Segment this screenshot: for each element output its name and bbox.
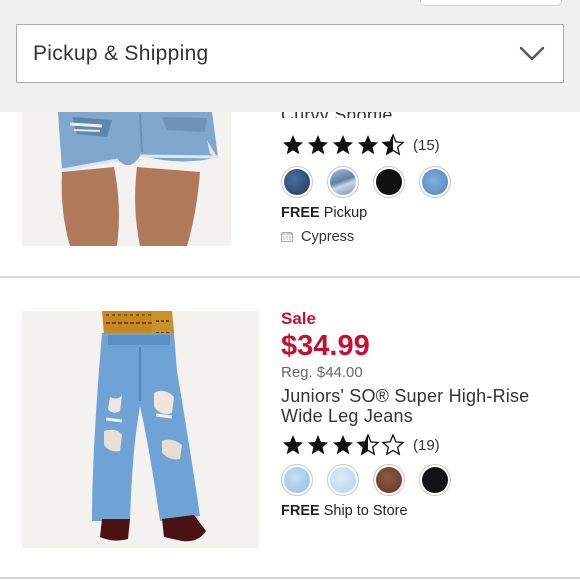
star-full-icon	[283, 435, 303, 455]
fulfillment-free-label: FREE	[281, 503, 320, 519]
star-half-icon	[356, 433, 380, 456]
store-name: Cypress	[301, 229, 355, 245]
product-card-jeans[interactable]: Sale $34.99 Reg. $44.00 Juniors' SO® Sup…	[0, 278, 580, 580]
product-title-line1: Juniors' SO® Super High-Rise	[281, 386, 530, 406]
rating-count: (15)	[413, 136, 440, 154]
product-image-shorts[interactable]	[22, 112, 231, 246]
product-image-jeans[interactable]	[22, 311, 259, 548]
star-full-icon	[358, 135, 378, 155]
store-icon	[281, 232, 293, 242]
color-swatch[interactable]	[281, 464, 313, 496]
filter-bar: Pickup & Shipping	[0, 0, 580, 112]
color-swatch[interactable]	[327, 166, 359, 198]
fulfillment-method: Ship to Store	[323, 503, 408, 519]
product-info-shorts: Curvy Shortie (15) FREE Pickup	[281, 104, 451, 245]
store-location[interactable]: Cypress	[281, 229, 451, 245]
star-full-icon	[283, 135, 303, 155]
star-rating	[281, 133, 405, 157]
star-full-icon	[333, 435, 353, 455]
color-swatch[interactable]	[419, 464, 451, 496]
regular-price: Reg. $44.00	[281, 364, 363, 381]
color-swatch[interactable]	[373, 464, 405, 496]
color-swatch[interactable]	[281, 166, 313, 198]
color-swatches	[281, 464, 529, 496]
product-title[interactable]: Juniors' SO® Super High-Rise Wide Leg Je…	[281, 386, 529, 426]
star-full-icon	[333, 135, 353, 155]
star-full-icon	[308, 135, 328, 155]
rating-row[interactable]: (15)	[281, 132, 451, 158]
color-swatch[interactable]	[327, 464, 359, 496]
rating-row[interactable]: (19)	[281, 432, 529, 458]
sale-label: Sale	[281, 309, 316, 328]
fulfillment-info: FREE Ship to Store	[281, 503, 529, 519]
dropdown-label: Pickup & Shipping	[33, 41, 209, 65]
color-swatch[interactable]	[419, 166, 451, 198]
star-full-icon	[308, 435, 328, 455]
chevron-down-icon	[519, 46, 545, 60]
product-info-jeans: Sale $34.99 Reg. $44.00 Juniors' SO® Sup…	[281, 309, 529, 519]
rating-count: (19)	[413, 436, 440, 454]
color-swatch[interactable]	[373, 166, 405, 198]
sort-button-partial[interactable]	[420, 0, 562, 6]
card-divider	[0, 577, 580, 579]
product-title-line2: Wide Leg Jeans	[281, 406, 413, 426]
fulfillment-free-label: FREE	[281, 205, 320, 221]
sale-price: $34.99	[281, 330, 370, 362]
fulfillment-method: Pickup	[323, 205, 368, 221]
color-swatches	[281, 166, 451, 198]
star-rating	[281, 433, 405, 457]
star-half-icon	[381, 133, 405, 156]
fulfillment-info: FREE Pickup	[281, 205, 451, 221]
star-empty-icon	[381, 433, 405, 456]
pickup-shipping-dropdown[interactable]: Pickup & Shipping	[16, 24, 564, 83]
